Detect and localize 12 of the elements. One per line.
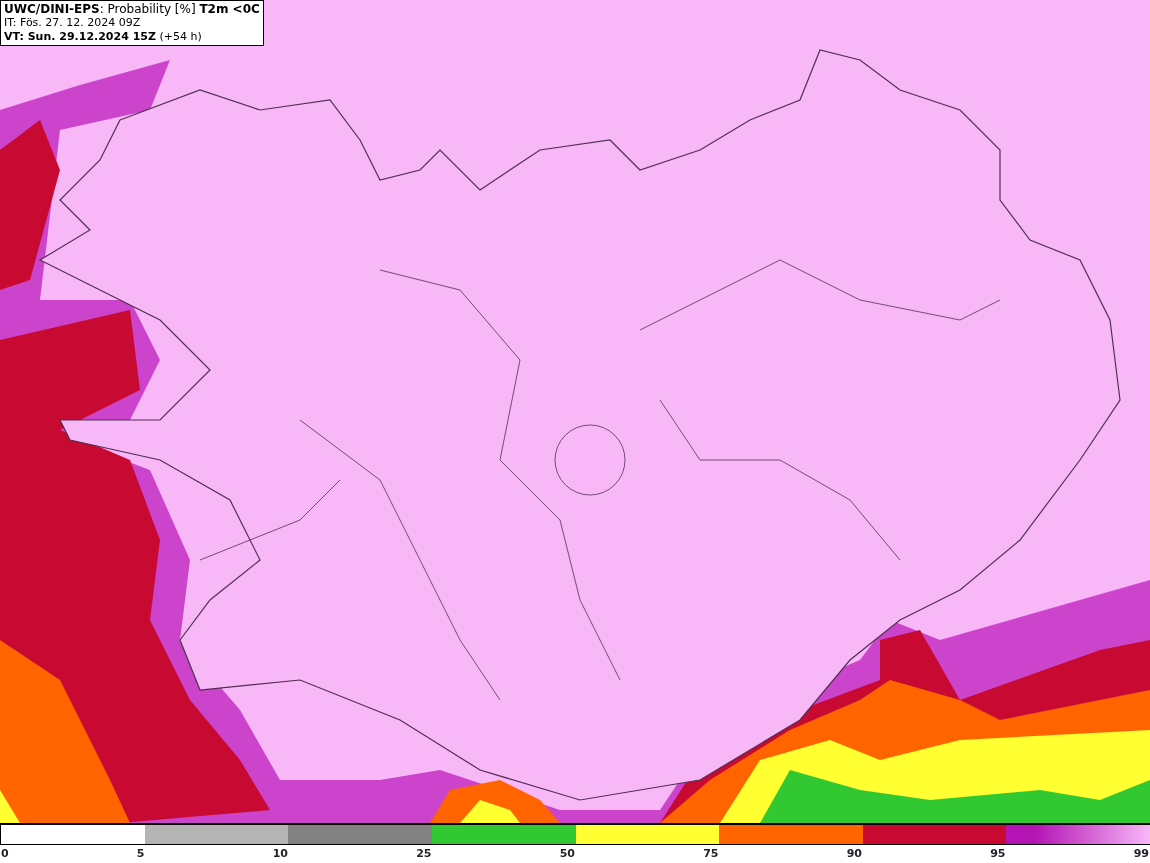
scale-label: 90 [846,847,862,861]
scale-label: 25 [416,847,432,861]
title-line: IT: Fös. 27. 12. 2024 09Z [4,16,142,30]
scale-label: 95 [990,847,1006,861]
scale-label: 50 [559,847,575,861]
scale-label: 5 [136,847,145,861]
title-line: VT: Sun. 29.12.2024 15Z (+54 h) [4,30,203,44]
scale-label: 75 [703,847,719,861]
scale-label: 0 [1,847,9,861]
scale-label: 99 [1133,847,1149,861]
title-line: UWC/DINI-EPS: Probability [%] T2m <0C [4,2,260,16]
scale-label: 10 [272,847,288,861]
